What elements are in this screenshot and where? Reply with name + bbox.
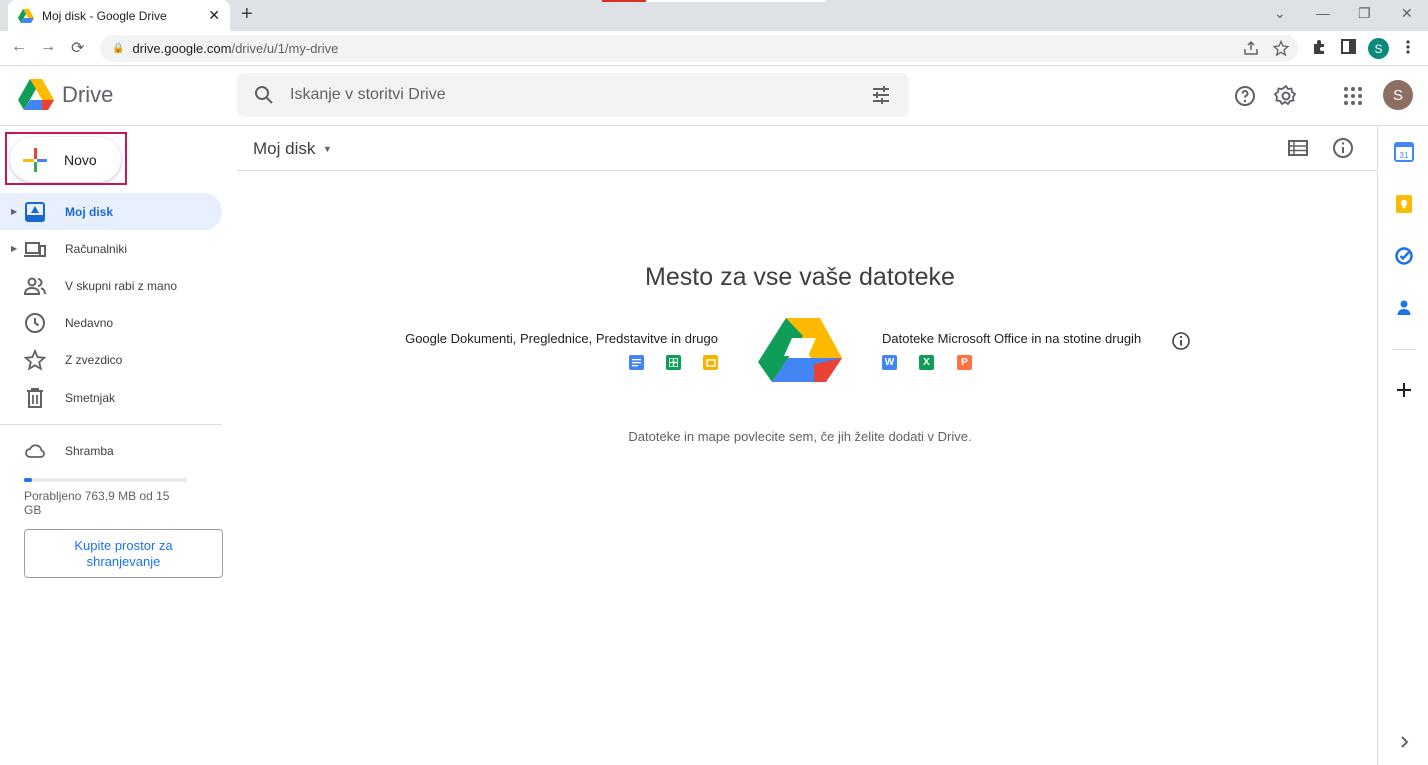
keep-icon[interactable] [1394,194,1414,214]
new-button-label: Novo [64,151,97,168]
slides-icon [703,355,718,370]
tasks-icon[interactable] [1394,246,1414,266]
sidebar-item-recent[interactable]: Nedavno [0,304,222,341]
empty-state-title: Mesto za vse vaše datoteke [645,263,955,291]
restore-icon[interactable]: ❐ [1358,5,1371,22]
browser-tab-strip: Moj disk - Google Drive ✕ + ⌄ — ❐ ✕ [0,0,1428,31]
plus-icon [23,147,47,172]
account-avatar[interactable]: S [1383,80,1413,110]
search-input[interactable]: Iskanje v storitvi Drive [290,86,446,104]
sidebar-item-label: V skupni rabi z mano [65,278,178,293]
add-icon[interactable] [1394,380,1414,400]
office-formats-caption: Datoteke Microsoft Office in na stotine … [882,331,1142,346]
contacts-icon[interactable] [1394,298,1414,318]
sidebar-divider [0,424,222,425]
star-icon[interactable] [1273,40,1289,56]
sidebar-item-trash[interactable]: Smetnjak [0,379,222,416]
tab-search-icon[interactable]: ⌄ [1274,5,1286,22]
sidebar-item-label: Moj disk [65,204,114,219]
chevron-right-icon[interactable] [1394,732,1414,752]
cloud-icon [25,443,45,458]
storage-usage-text: Porabljeno 763,9 MB od 15 GB [24,489,170,517]
info-icon[interactable] [1332,137,1354,159]
excel-icon: X [919,355,934,370]
docs-icon [629,355,644,370]
browser-toolbar: ← → ⟳ 🔒 drive.google.com/drive/u/1/my-dr… [0,31,1428,66]
minimize-icon[interactable]: — [1316,5,1330,21]
storage-progress-bar [24,478,187,482]
sidebar-item-my-drive[interactable]: ▶ Moj disk [0,193,222,230]
chevron-down-icon[interactable]: ▼ [323,144,332,154]
sidebar-item-computers[interactable]: ▶ Računalniki [0,230,222,267]
powerpoint-icon: P [957,355,972,370]
recording-indicator-track [646,0,826,2]
apps-icon[interactable] [1341,84,1365,108]
sidebar-item-label: Shramba [65,443,114,458]
list-view-icon[interactable] [1287,137,1309,159]
word-icon: W [882,355,897,370]
google-formats-caption: Google Dokumenti, Preglednice, Predstavi… [405,331,718,346]
sidebar-item-label: Nedavno [65,315,114,330]
recording-indicator [602,0,646,2]
new-tab-button[interactable]: + [241,3,253,26]
new-button[interactable]: Novo [10,137,121,182]
star-icon [24,348,46,371]
drive-illustration [758,318,842,382]
buy-storage-button[interactable]: Kupite prostor za shranjevanje [24,529,223,578]
search-bar[interactable]: Iskanje v storitvi Drive [237,73,909,117]
help-icon[interactable] [1233,84,1257,108]
computers-icon [24,241,46,257]
storage-progress-fill [24,478,33,482]
settings-icon[interactable] [1274,84,1298,108]
info-icon[interactable] [1171,331,1191,351]
shared-icon [24,277,46,295]
calendar-icon[interactable]: 31 [1394,142,1414,162]
sidebar-item-label: Z zvezdico [65,352,123,367]
url-text: drive.google.com/drive/u/1/my-drive [132,41,339,56]
browser-tab[interactable]: Moj disk - Google Drive ✕ [8,0,230,31]
window-close-icon[interactable]: ✕ [1401,5,1413,22]
clock-icon [25,312,45,333]
menu-icon[interactable] [1402,39,1414,55]
my-drive-icon [25,201,45,222]
sidebar-item-shared[interactable]: V skupni rabi z mano [0,267,222,304]
drop-hint-text: Datoteke in mape povlecite sem, če jih ž… [628,429,972,444]
breadcrumb[interactable]: Moj disk [253,139,315,159]
sheets-icon [666,355,681,370]
back-icon[interactable]: ← [11,38,27,56]
side-panel-divider [1392,349,1416,350]
reload-icon[interactable]: ⟳ [71,38,84,58]
drive-favicon-icon [18,8,34,23]
extensions-icon[interactable] [1311,39,1327,55]
drive-logo-icon[interactable] [18,79,54,111]
sidebar-item-storage[interactable]: Shramba [0,432,222,469]
drive-header: Drive Iskanje v storitvi Drive S [0,66,1428,126]
address-bar[interactable]: 🔒 drive.google.com/drive/u/1/my-drive [100,35,1298,62]
tab-close-icon[interactable]: ✕ [208,7,220,24]
main-toolbar: Moj disk ▼ [237,126,1377,171]
search-icon[interactable] [254,85,274,105]
side-panel: 31 [1377,126,1428,765]
browser-profile-avatar[interactable]: S [1368,38,1389,59]
tab-title: Moj disk - Google Drive [42,8,167,23]
expand-caret-icon[interactable]: ▶ [11,244,17,253]
lock-icon: 🔒 [112,43,125,54]
sidebar-item-label: Računalniki [65,241,128,256]
trash-icon [27,387,43,408]
forward-icon[interactable]: → [40,38,56,56]
calendar-day: 31 [1400,151,1409,160]
share-icon[interactable] [1243,40,1259,56]
sidebar-item-starred[interactable]: Z zvezdico [0,341,222,378]
side-panel-icon[interactable] [1341,39,1356,54]
search-options-icon[interactable] [871,85,891,105]
expand-caret-icon[interactable]: ▶ [11,207,17,216]
drive-logo-text[interactable]: Drive [62,82,113,108]
sidebar-item-label: Smetnjak [65,390,116,405]
